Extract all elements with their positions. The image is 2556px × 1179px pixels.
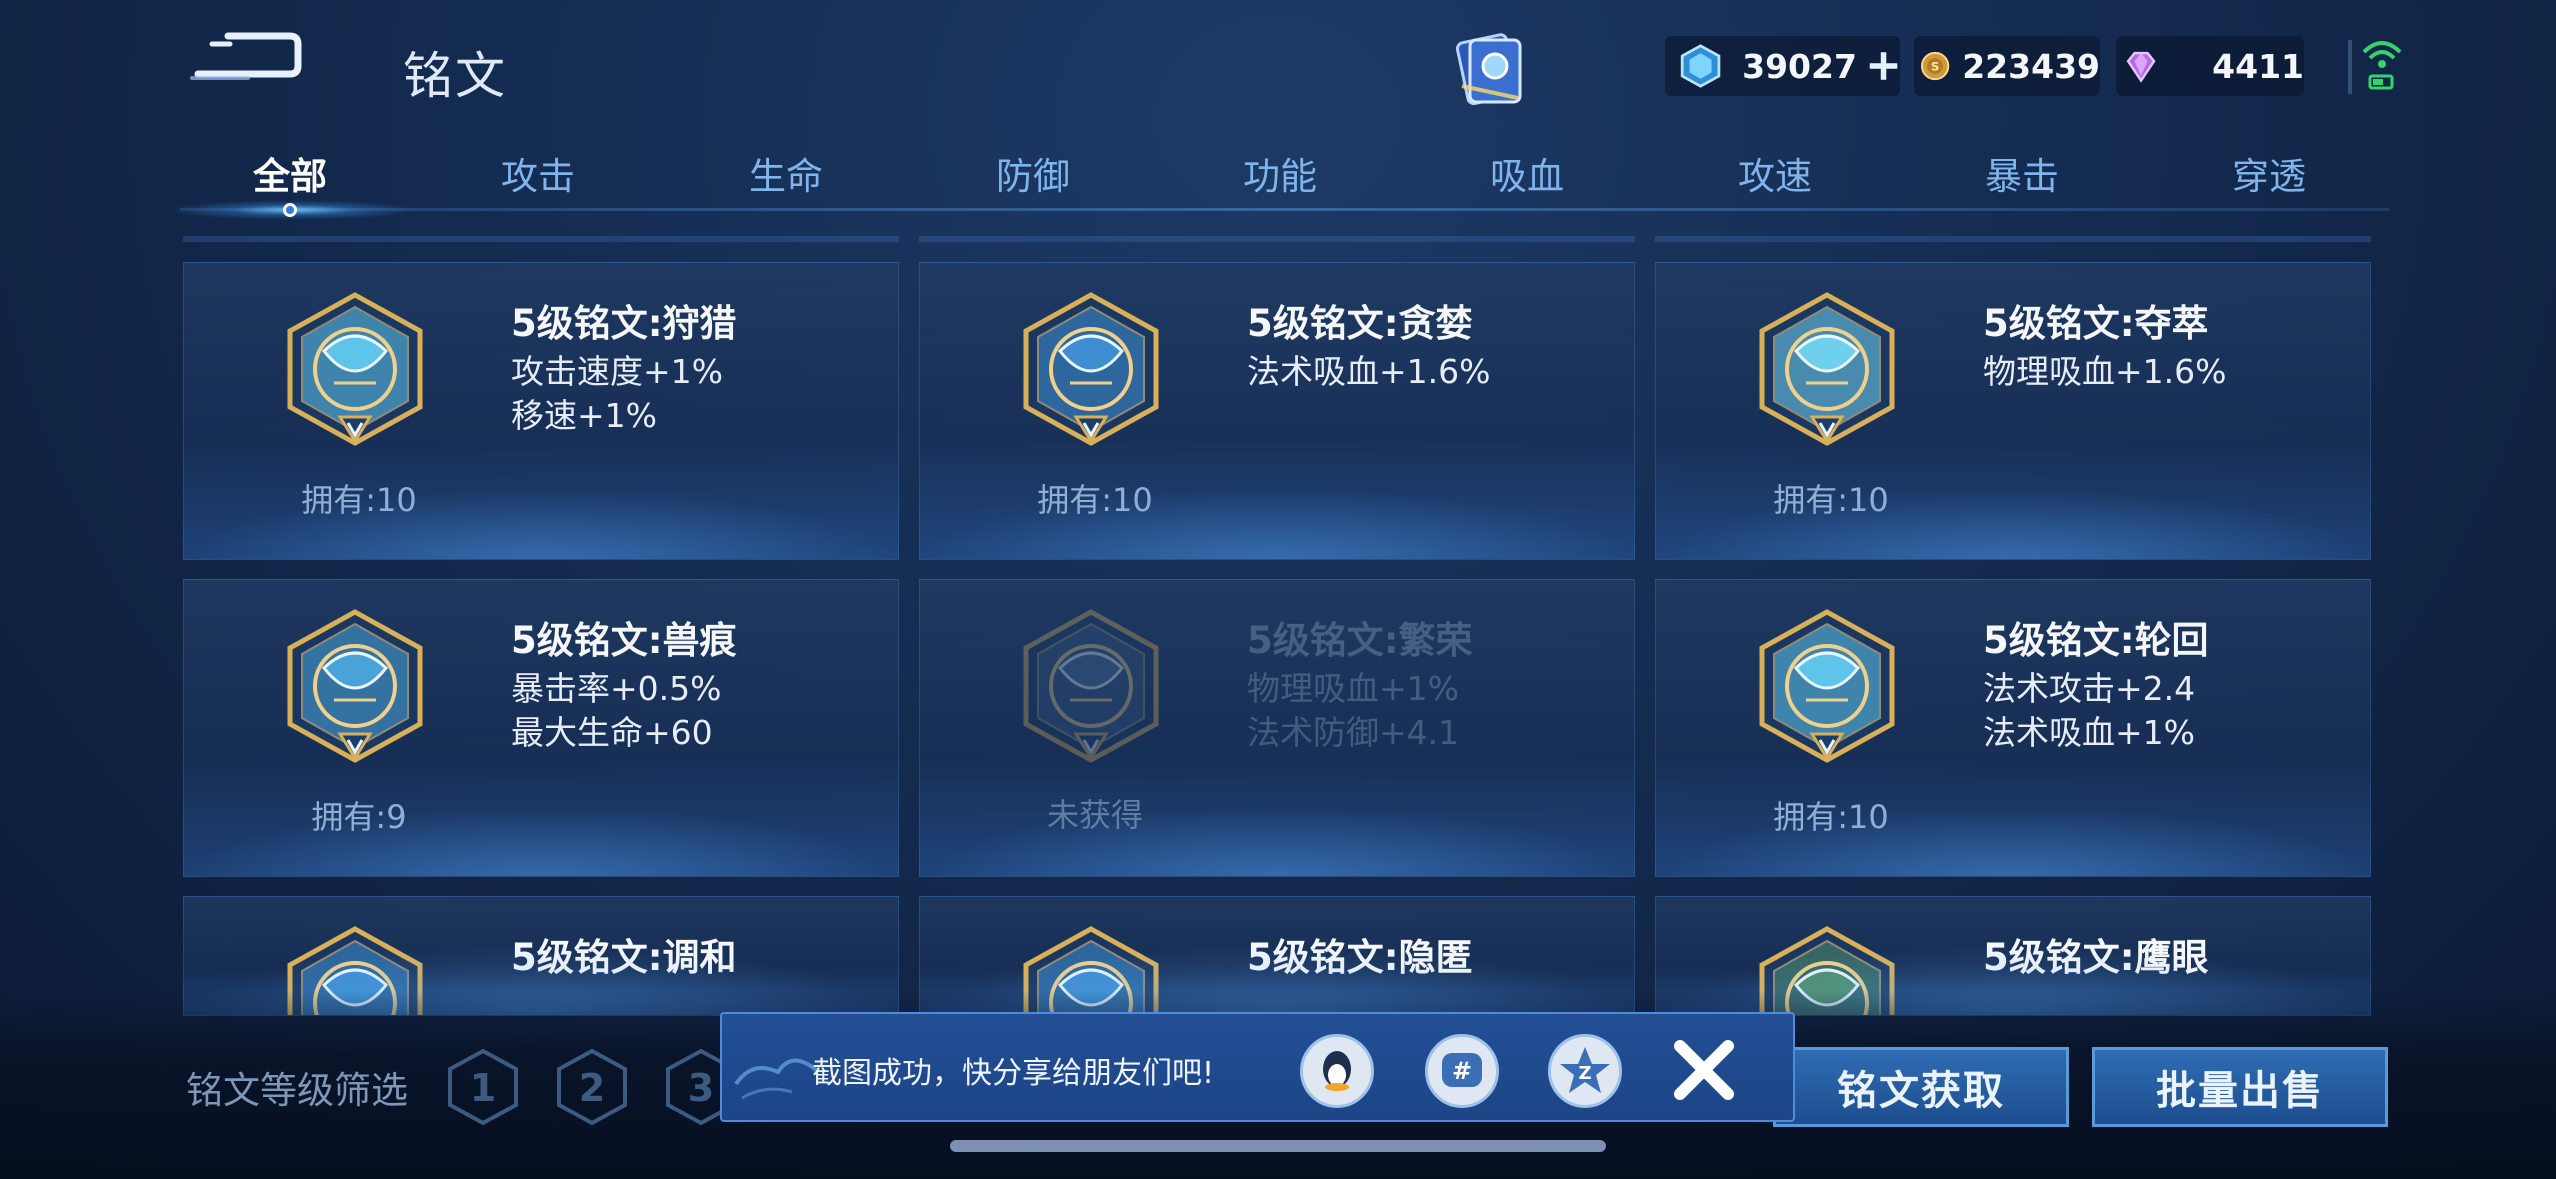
gold-balance: S 223439	[1914, 36, 2100, 96]
rune-name: 5级铭文:夺萃	[1983, 302, 2209, 345]
rune-attribute: 物理吸血+1%	[1247, 669, 1460, 708]
tab-crit[interactable]: 暴击	[1952, 146, 2092, 200]
rune-card[interactable]: 5级铭文:夺萃 物理吸血+1.6% 拥有:10	[1655, 262, 2371, 560]
tab-active-indicator	[283, 203, 297, 217]
rune-name: 5级铭文:调和	[511, 936, 737, 979]
divider	[919, 236, 1635, 242]
rune-attribute: 法术吸血+1%	[1983, 713, 2196, 752]
rune-owned-count: 未获得	[1046, 796, 1143, 834]
rune-owned-count: 拥有:10	[1037, 481, 1153, 519]
home-indicator	[950, 1140, 1606, 1152]
gold-coin-icon: S	[1920, 51, 1950, 81]
rune-emblem-icon	[1759, 609, 1895, 763]
rune-card[interactable]: 5级铭文:轮回 法术攻击+2.4 法术吸血+1% 拥有:10	[1655, 579, 2371, 877]
gold-value: 223439	[1962, 46, 2100, 86]
rune-owned-count: 拥有:9	[311, 798, 407, 836]
star-icon: Z	[1560, 1047, 1610, 1093]
tab-utility[interactable]: 功能	[1210, 146, 1350, 200]
tab-underline	[180, 208, 2390, 211]
rune-owned-count: 拥有:10	[1773, 798, 1889, 836]
rune-name: 5级铭文:隐匿	[1247, 936, 1473, 979]
tab-defense[interactable]: 防御	[963, 146, 1103, 200]
voucher-value: 39027	[1742, 46, 1857, 86]
rune-card[interactable]: 5级铭文:狩猎 攻击速度+1% 移速+1% 拥有:10	[183, 262, 899, 560]
rune-name: 5级铭文:贪婪	[1247, 302, 1473, 345]
get-runes-button[interactable]: 铭文获取	[1773, 1047, 2069, 1127]
toast-message: 截图成功，快分享给朋友们吧!	[812, 1056, 1215, 1091]
level-filter-2-label: 2	[579, 1066, 605, 1110]
level-filter-label: 铭文等级筛选	[186, 1069, 408, 1112]
share-qzone-button[interactable]: Z	[1548, 1034, 1622, 1108]
tab-health[interactable]: 生命	[716, 146, 856, 200]
rune-attribute: 法术吸血+1.6%	[1247, 352, 1491, 391]
page-title: 铭文	[403, 47, 507, 105]
share-qq-button[interactable]	[1300, 1034, 1374, 1108]
rune-emblem-icon	[1023, 292, 1159, 446]
rune-owned-count: 拥有:10	[301, 481, 417, 519]
level-filter-2[interactable]: 2	[555, 1047, 629, 1127]
rune-attribute: 最大生命+60	[511, 713, 713, 752]
voucher-icon	[1680, 44, 1721, 88]
diamond-icon	[2126, 51, 2156, 83]
share-toast: 截图成功，快分享给朋友们吧! # Z	[720, 1012, 1795, 1122]
rune-attribute: 物理吸血+1.6%	[1983, 352, 2227, 391]
rune-emblem-icon	[287, 292, 423, 446]
voucher-balance: 39027	[1665, 36, 1900, 96]
diamond-value: 4411	[2212, 46, 2304, 86]
level-filter-1-label: 1	[470, 1066, 496, 1110]
level-filter-1[interactable]: 1	[446, 1047, 520, 1127]
rune-attribute: 攻击速度+1%	[511, 352, 724, 391]
cloud-decoration-icon	[734, 1058, 818, 1100]
svg-text:S: S	[1931, 60, 1940, 74]
rune-book-icon[interactable]	[1448, 28, 1532, 110]
tab-penetration[interactable]: 穿透	[2199, 146, 2339, 200]
rune-card[interactable]: 5级铭文:繁荣 物理吸血+1% 法术防御+4.1 未获得	[919, 579, 1635, 877]
penguin-icon	[1323, 1051, 1351, 1091]
share-wechat-button[interactable]: #	[1425, 1034, 1499, 1108]
rune-name: 5级铭文:兽痕	[511, 619, 737, 662]
network-status-icon	[2348, 34, 2408, 100]
rune-name: 5级铭文:狩猎	[511, 302, 737, 345]
svg-text:Z: Z	[1578, 1063, 1591, 1084]
rune-attribute: 移速+1%	[511, 396, 658, 435]
plus-icon[interactable]	[1867, 48, 1900, 84]
rune-name: 5级铭文:轮回	[1983, 619, 2209, 662]
tab-all[interactable]: 全部	[220, 146, 360, 200]
tab-attack[interactable]: 攻击	[468, 146, 608, 200]
diamond-balance: 4411	[2116, 36, 2304, 96]
bulk-sell-button[interactable]: 批量出售	[2092, 1047, 2388, 1127]
rune-attribute: 法术防御+4.1	[1247, 713, 1460, 752]
rune-attribute: 法术攻击+2.4	[1983, 669, 2196, 708]
rune-name: 5级铭文:繁荣	[1247, 619, 1473, 662]
svg-text:#: #	[1452, 1057, 1472, 1085]
level-filter-3-label: 3	[688, 1066, 714, 1110]
tab-lifesteal[interactable]: 吸血	[1457, 146, 1597, 200]
rune-attribute: 暴击率+0.5%	[511, 669, 722, 708]
rune-emblem-icon	[1023, 609, 1159, 763]
rune-card[interactable]: 5级铭文:兽痕 暴击率+0.5% 最大生命+60 拥有:9	[183, 579, 899, 877]
tab-attack-speed[interactable]: 攻速	[1705, 146, 1845, 200]
rune-emblem-icon	[287, 609, 423, 763]
divider	[1655, 236, 2371, 242]
back-icon[interactable]	[190, 30, 305, 90]
rune-emblem-icon	[1759, 292, 1895, 446]
rune-card[interactable]: 5级铭文:贪婪 法术吸血+1.6% 拥有:10	[919, 262, 1635, 560]
rune-name: 5级铭文:鹰眼	[1983, 936, 2209, 979]
divider	[183, 236, 899, 242]
close-icon[interactable]	[1672, 1038, 1736, 1102]
rune-owned-count: 拥有:10	[1773, 481, 1889, 519]
hash-icon: #	[1442, 1053, 1482, 1087]
